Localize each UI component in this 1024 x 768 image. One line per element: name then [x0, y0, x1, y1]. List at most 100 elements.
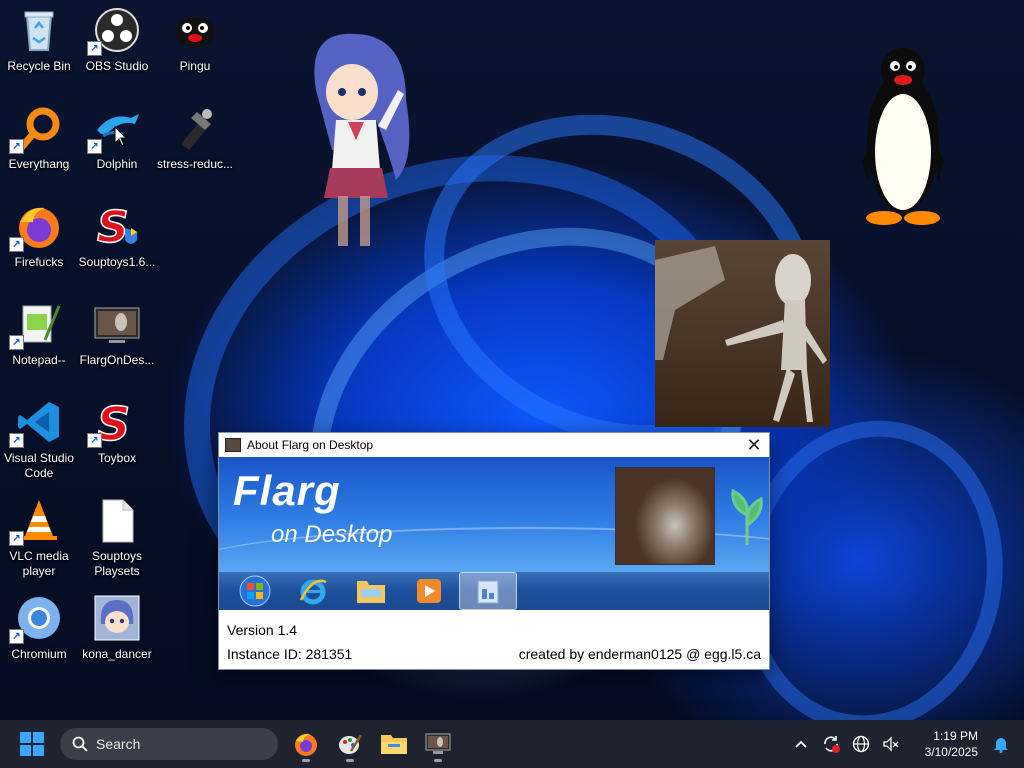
about-banner: Flarg on Desktop [219, 457, 769, 572]
globe-icon[interactable] [848, 731, 874, 757]
shortcut-arrow-icon: ↗ [9, 433, 24, 448]
banner-subtitle: on Desktop [271, 521, 393, 548]
taskbar-app-flarg[interactable] [418, 724, 458, 764]
clock-date: 3/10/2025 [924, 745, 978, 759]
desktop-icon-label: Chromium [11, 647, 67, 661]
volume-muted-icon[interactable] [878, 731, 904, 757]
shortcut-arrow-icon: ↗ [9, 531, 24, 546]
desktop-icon-flargondes[interactable]: FlargOnDes... [78, 296, 156, 388]
banner-taskbar-strip [219, 572, 769, 610]
instance-id-label: Instance ID: 281351 [227, 646, 353, 662]
desktop-icon-label: FlargOnDes... [79, 353, 155, 367]
running-indicator [346, 759, 354, 762]
clock[interactable]: 1:19 PM 3/10/2025 [914, 728, 978, 760]
recycle-bin-icon [15, 6, 63, 54]
running-indicator [302, 759, 310, 762]
shortcut-arrow-icon: ↗ [9, 629, 24, 644]
vscode-icon: ↗ [9, 398, 63, 448]
desktop-icon-toybox[interactable]: S ↗ Toybox [78, 394, 156, 486]
windows-logo-icon [20, 732, 44, 756]
shortcut-arrow-icon: ↗ [87, 139, 102, 154]
file-explorer-icon [381, 735, 407, 754]
taskbar-app-paint[interactable] [330, 724, 370, 764]
system-tray: 1:19 PM 3/10/2025 [786, 720, 1024, 768]
flarg-app-icon [225, 438, 241, 452]
flarg-thumbnail-image [615, 467, 715, 565]
shortcut-arrow-icon: ↗ [9, 139, 24, 154]
desktop-icon-label: VLC media player [9, 549, 69, 578]
banner-title: Flarg [233, 467, 341, 514]
desktop-icon-everythang[interactable]: ↗ Everythang [0, 100, 78, 192]
desktop-icon-label: Visual Studio Code [4, 451, 74, 480]
stress-reducer-icon [171, 104, 219, 152]
desktop-icon-chromium[interactable]: ↗ Chromium [0, 590, 78, 682]
obs-studio-icon: ↗ [87, 6, 141, 56]
shortcut-arrow-icon: ↗ [87, 433, 102, 448]
taskbar-app-file-explorer[interactable] [374, 724, 414, 764]
search-box[interactable]: Search [60, 728, 278, 760]
desktop-icon-label: Pingu [179, 59, 211, 73]
notepad-icon: ↗ [9, 300, 63, 350]
about-info: Version 1.4 Instance ID: 281351 created … [219, 610, 769, 666]
desktop-wallpaper: Recycle Bin ↗ Everythang ↗ Firefucks ↗ N… [0, 0, 1024, 720]
chevron-up-icon[interactable] [788, 731, 814, 757]
kona-dancer-icon [93, 594, 141, 642]
leaf-decoration-icon [731, 488, 763, 545]
mouse-cursor-icon [114, 126, 128, 147]
flarg-on-desktop-icon [93, 300, 141, 348]
desktop-icon-label: Everythang [8, 157, 70, 171]
flarg-creature-photo [655, 240, 830, 427]
desktop-icon-label: Souptoys Playsets [91, 549, 143, 578]
everything-search-icon: ↗ [9, 104, 63, 154]
desktop-icon-label: Souptoys1.6... [78, 255, 156, 269]
paint-icon [339, 734, 363, 754]
firefox-icon: ↗ [9, 202, 63, 252]
bell-icon[interactable] [988, 731, 1014, 757]
dialog-titlebar[interactable]: About Flarg on Desktop ✕ [219, 433, 769, 457]
folder-icon [343, 573, 399, 609]
shortcut-arrow-icon: ↗ [9, 335, 24, 350]
desktop-icon-label: Notepad-- [12, 353, 66, 367]
desktop-icon-label: Toybox [97, 451, 137, 465]
search-icon [72, 736, 88, 752]
desktop-icon-label: stress-reduc... [156, 157, 234, 171]
desktop-icon-label: kona_dancer [82, 647, 152, 661]
pingu-figure [862, 48, 944, 225]
taskbar: Search 1:19 PM 3/10/2025 [0, 720, 1024, 768]
shortcut-arrow-icon: ↗ [87, 41, 102, 56]
desktop-icon-pingu[interactable]: Pingu [156, 2, 234, 94]
desktop-icon-label: Recycle Bin [7, 59, 71, 73]
start-button[interactable] [16, 728, 48, 760]
taskbar-app-firefox[interactable] [286, 724, 326, 764]
desktop-icon-label: OBS Studio [85, 59, 149, 73]
pingu-icon [171, 6, 219, 54]
dialog-title: About Flarg on Desktop [247, 438, 374, 452]
desktop-icon-vlc[interactable]: ↗ VLC media player [0, 492, 78, 584]
shortcut-arrow-icon: ↗ [9, 237, 24, 252]
kona-dancer-figure [314, 33, 410, 246]
flarg-on-desktop-icon [425, 733, 451, 754]
desktop-icon-souptoys[interactable]: S Souptoys1.6... [78, 198, 156, 290]
desktop-icon-obs-studio[interactable]: ↗ OBS Studio [78, 2, 156, 94]
close-button[interactable]: ✕ [739, 433, 769, 457]
desktop-icon-firefucks[interactable]: ↗ Firefucks [0, 198, 78, 290]
search-placeholder: Search [96, 736, 141, 752]
toybox-icon: S ↗ [87, 396, 141, 452]
desktop-icon-notepad[interactable]: ↗ Notepad-- [0, 296, 78, 388]
firefox-icon [295, 733, 317, 756]
clock-time: 1:19 PM [933, 729, 978, 743]
desktop-icon-souptoys-playsets[interactable]: Souptoys Playsets [78, 492, 156, 584]
version-label: Version 1.4 [227, 622, 298, 638]
vlc-icon: ↗ [9, 496, 63, 546]
desktop-icon-recycle-bin[interactable]: Recycle Bin [0, 2, 78, 94]
souptoys-icon: S [93, 201, 141, 254]
desktop-icon-stress-reducer[interactable]: stress-reduc... [156, 100, 234, 192]
desktop-icon-label: Dolphin [96, 157, 138, 171]
running-indicator [434, 759, 442, 762]
desktop-icon-vscode[interactable]: ↗ Visual Studio Code [0, 394, 78, 486]
flarg-task-icon [459, 572, 517, 610]
svg-text:S: S [97, 202, 129, 250]
desktop-icon-kona-dancer[interactable]: kona_dancer [78, 590, 156, 682]
sync-alert-icon[interactable] [818, 731, 844, 757]
blank-file-icon [93, 496, 141, 544]
